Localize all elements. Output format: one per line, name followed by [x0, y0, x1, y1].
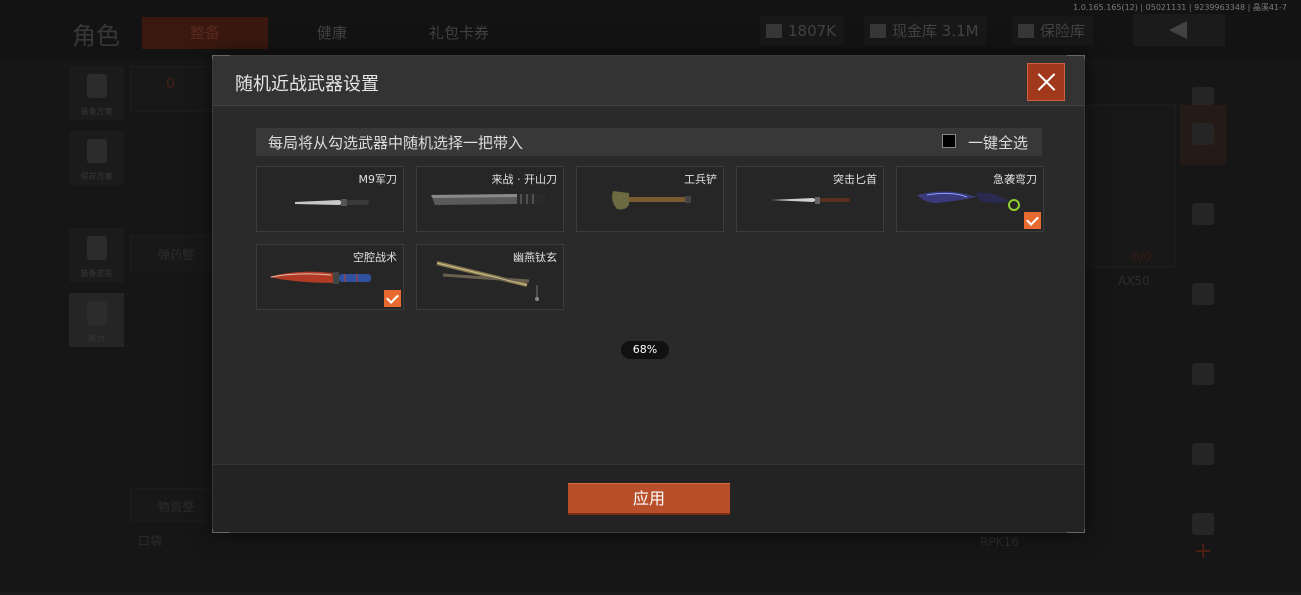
progress-badge: 68% [621, 341, 669, 359]
weapon-name: M9军刀 [358, 173, 398, 186]
info-text: 每局将从勾选武器中随机选择一把带入 [268, 134, 524, 152]
weapon-card-tactical[interactable]: 空腔战术 [256, 244, 404, 310]
close-button[interactable] [1027, 63, 1065, 101]
select-all-label: 一键全选 [967, 134, 1028, 152]
weapon-name: 急袭弯刀 [993, 173, 1037, 186]
weapon-name: 幽燕钛玄 [513, 251, 557, 264]
weapon-card-dagger[interactable]: 突击匕首 [736, 166, 884, 232]
select-all-checkbox[interactable] [941, 134, 956, 148]
weapon-card-shovel[interactable]: 工兵铲 [576, 166, 724, 232]
weapon-name: 工兵铲 [684, 173, 717, 186]
checked-checkbox[interactable] [1024, 212, 1041, 229]
weapon-card-m9[interactable]: M9军刀 [256, 166, 404, 232]
weapon-card-karambit[interactable]: 急袭弯刀 [896, 166, 1044, 232]
info-bar: 每局将从勾选武器中随机选择一把带入 一键全选 [256, 128, 1042, 156]
dialog-title: 随机近战武器设置 [235, 74, 379, 95]
weapon-name: 空腔战术 [353, 251, 397, 264]
weapon-name: 突击匕首 [833, 173, 877, 186]
apply-button[interactable]: 应用 [568, 483, 730, 515]
weapon-name: 来战 · 开山刀 [491, 173, 558, 186]
dialog-footer: 应用 [213, 464, 1084, 532]
weapon-card-sword[interactable]: 幽燕钛玄 [416, 244, 564, 310]
checked-checkbox[interactable] [384, 290, 401, 307]
select-all-toggle[interactable]: 一键全选 [941, 132, 1028, 153]
random-melee-dialog: 随机近战武器设置 每局将从勾选武器中随机选择一把带入 一键全选 M9军刀 来战 … [212, 55, 1085, 533]
dialog-header: 随机近战武器设置 [213, 56, 1084, 106]
weapon-card-machete[interactable]: 来战 · 开山刀 [416, 166, 564, 232]
